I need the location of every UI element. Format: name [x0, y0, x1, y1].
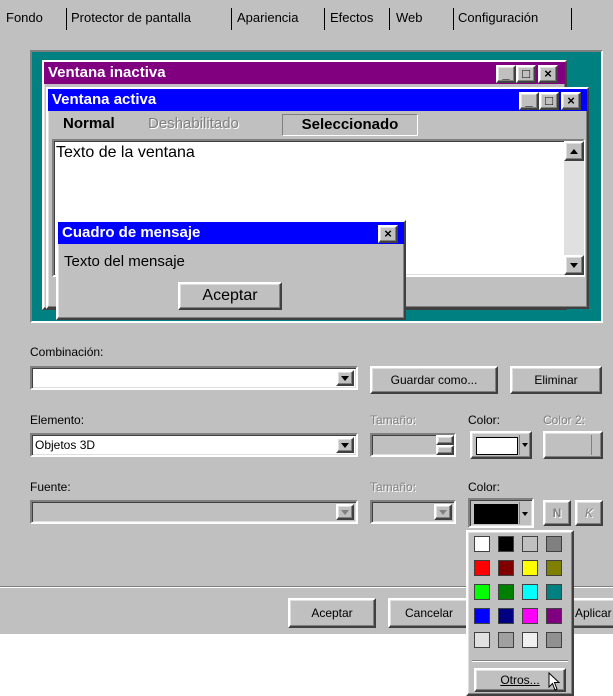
tab-fondo[interactable]: Fondo — [6, 8, 67, 30]
menu-normal: Normal — [63, 115, 115, 132]
chevron-down-icon — [341, 442, 349, 448]
scheme-dropdown[interactable] — [30, 366, 358, 390]
close-button[interactable]: × — [538, 65, 558, 83]
divider — [519, 502, 520, 524]
palette-swatch[interactable] — [474, 536, 490, 552]
palette-swatch[interactable] — [522, 536, 538, 552]
font-dropdown-button[interactable] — [336, 504, 354, 520]
tab-configuracion[interactable]: Configuración — [453, 8, 572, 30]
palette-swatch[interactable] — [522, 632, 538, 648]
item-size-spinner[interactable] — [370, 433, 456, 457]
up-arrow-icon — [570, 148, 578, 154]
font-label: Fuente: — [30, 480, 71, 494]
palette-swatch[interactable] — [546, 584, 562, 600]
spin-down-button[interactable] — [436, 445, 454, 455]
font-size-dropdown[interactable] — [370, 500, 456, 524]
close-button[interactable]: × — [561, 92, 581, 110]
palette-swatch[interactable] — [498, 560, 514, 576]
item-dropdown-button[interactable] — [336, 437, 354, 453]
item-color2-label: Color 2: — [543, 413, 586, 427]
minimize-button[interactable]: _ — [519, 92, 539, 110]
spin-up-button[interactable] — [436, 435, 454, 445]
scheme-label: Combinación: — [30, 345, 104, 359]
tab-apariencia[interactable]: Apariencia — [237, 8, 325, 30]
other-colors-label: Otros... — [500, 673, 540, 687]
maximize-button[interactable]: □ — [516, 65, 536, 83]
palette-swatch[interactable] — [474, 608, 490, 624]
inactive-title-text: Ventana inactiva — [48, 64, 166, 81]
palette-swatch[interactable] — [546, 608, 562, 624]
chevron-down-icon — [522, 443, 528, 447]
active-title-text: Ventana activa — [52, 91, 157, 108]
maximize-button[interactable]: □ — [539, 92, 559, 110]
item-label: Elemento: — [30, 413, 85, 427]
window-text: Texto de la ventana — [56, 144, 195, 161]
palette-swatch[interactable] — [522, 560, 538, 576]
item-color2-button[interactable] — [543, 431, 603, 459]
item-color-swatch — [476, 437, 518, 455]
item-color-label: Color: — [468, 413, 501, 427]
font-dropdown[interactable] — [30, 500, 358, 524]
menu-disabled: Deshabilitado — [148, 115, 239, 132]
down-arrow-icon — [570, 262, 578, 268]
message-box: Cuadro de mensaje × Texto del mensaje Ac… — [56, 220, 406, 320]
scroll-down-button[interactable] — [564, 255, 584, 275]
active-window-title: Ventana activa — [48, 89, 587, 111]
menu-selected: Seleccionado — [282, 114, 418, 136]
item-dropdown[interactable]: Objetos 3D — [30, 433, 358, 457]
palette-swatch[interactable] — [498, 584, 514, 600]
inactive-window-title: Ventana inactiva — [44, 62, 565, 84]
chevron-down-icon — [341, 375, 349, 381]
tab-web[interactable]: Web — [396, 8, 436, 30]
message-text: Texto del mensaje — [64, 253, 185, 270]
cursor-arrow-icon — [548, 672, 561, 691]
font-color-label: Color: — [468, 480, 501, 494]
item-size-label: Tamaño: — [370, 413, 417, 427]
save-as-button[interactable]: Guardar como... — [370, 366, 498, 394]
palette-swatch[interactable] — [474, 560, 490, 576]
palette-swatch[interactable] — [474, 584, 490, 600]
cancel-button[interactable]: Cancelar — [388, 598, 476, 628]
tab-strip: Fondo Protector de pantalla Apariencia E… — [0, 0, 613, 34]
chevron-down-icon — [439, 509, 447, 515]
preview-area: Ventana inactiva _ □ × Ventana activa _ … — [30, 50, 603, 323]
delete-button[interactable]: Eliminar — [510, 366, 602, 394]
palette-swatch[interactable] — [498, 632, 514, 648]
color-palette-popup: Otros... — [466, 530, 574, 696]
palette-swatch[interactable] — [498, 608, 514, 624]
message-title-text: Cuadro de mensaje — [62, 224, 201, 241]
ok-button[interactable]: Aceptar — [288, 598, 376, 628]
message-box-title: Cuadro de mensaje — [58, 222, 404, 244]
scrollbar-track[interactable] — [564, 161, 584, 255]
minimize-button[interactable]: _ — [496, 65, 516, 83]
divider — [519, 435, 520, 455]
tab-protector[interactable]: Protector de pantalla — [71, 8, 232, 30]
scheme-dropdown-button[interactable] — [336, 370, 354, 386]
chevron-down-icon — [341, 509, 349, 515]
palette-swatch[interactable] — [522, 584, 538, 600]
tab-efectos[interactable]: Efectos — [330, 8, 390, 30]
scroll-up-button[interactable] — [564, 141, 584, 161]
palette-swatch[interactable] — [474, 632, 490, 648]
chevron-down-icon — [522, 512, 528, 516]
palette-swatch[interactable] — [522, 608, 538, 624]
palette-swatch[interactable] — [546, 632, 562, 648]
font-size-dropdown-button[interactable] — [434, 504, 452, 520]
palette-swatch[interactable] — [498, 536, 514, 552]
close-button[interactable]: × — [378, 225, 398, 243]
message-ok-button[interactable]: Aceptar — [178, 282, 282, 310]
item-color-button[interactable] — [470, 431, 532, 459]
font-color-button[interactable] — [468, 498, 534, 528]
palette-swatch[interactable] — [546, 560, 562, 576]
italic-button[interactable]: K — [575, 500, 603, 526]
divider — [472, 661, 568, 662]
divider — [591, 435, 592, 455]
bold-button[interactable]: N — [543, 500, 571, 526]
item-value: Objetos 3D — [35, 438, 96, 452]
font-size-label: Tamaño: — [370, 480, 417, 494]
font-color-swatch — [474, 504, 518, 524]
palette-swatch[interactable] — [546, 536, 562, 552]
